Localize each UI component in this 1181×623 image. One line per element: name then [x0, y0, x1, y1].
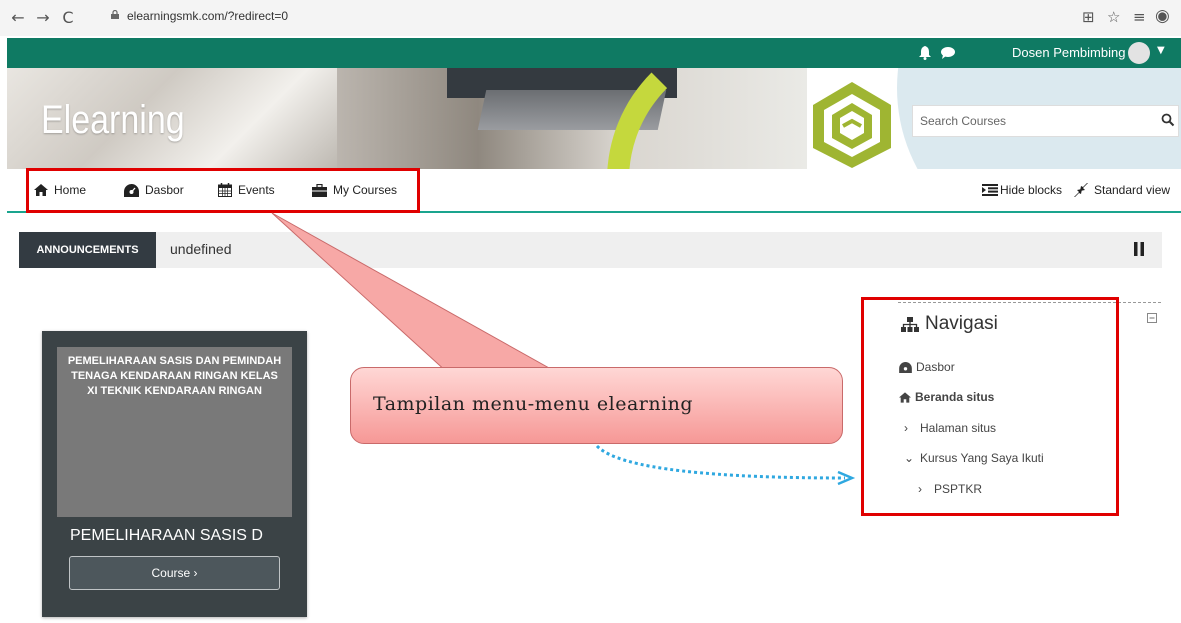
annotation-box-navigation	[861, 297, 1119, 516]
collapse-block-icon[interactable]	[1147, 313, 1157, 323]
annotation-callout: Tampilan menu-menu elearning	[350, 367, 843, 444]
callout-text: Tampilan menu-menu elearning	[373, 393, 694, 415]
